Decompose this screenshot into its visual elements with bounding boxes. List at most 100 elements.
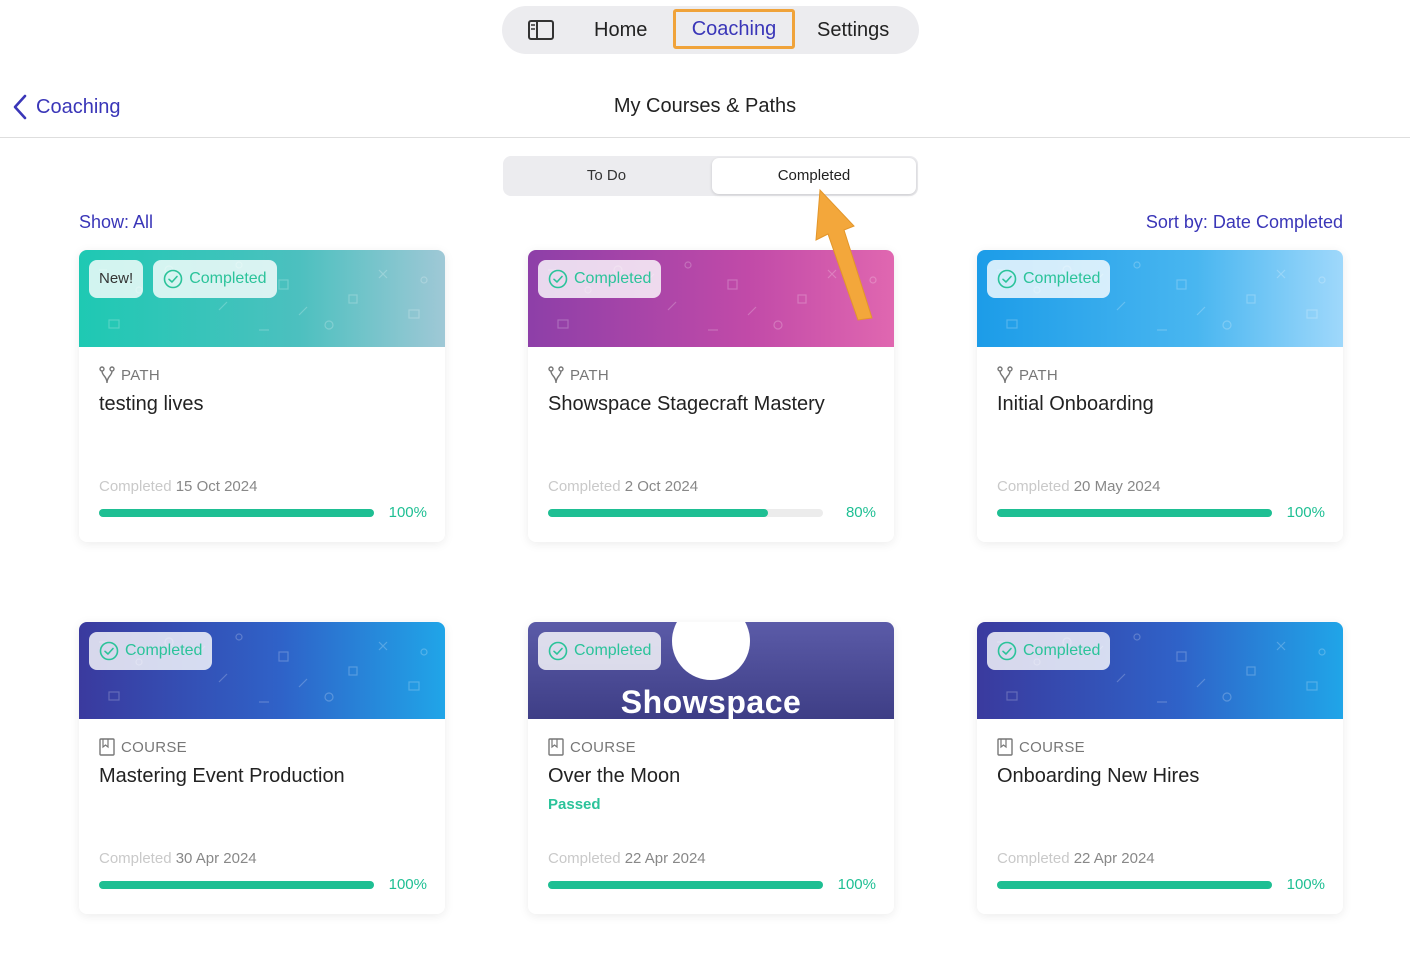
progress-percent: 100% [837,876,876,893]
card-type: PATH [997,366,1323,384]
path-icon [548,366,564,384]
course-book-icon [997,738,1013,756]
progress-track [99,509,374,517]
progress-fill [548,881,823,889]
card-type: PATH [548,366,874,384]
progress-track [997,509,1272,517]
check-circle-icon [997,269,1017,289]
completed-badge: Completed [987,632,1111,670]
course-book-icon [99,738,115,756]
card-type: COURSE [997,738,1323,756]
card-banner: New! Completed [79,250,445,347]
page-title: My Courses & Paths [613,95,797,117]
completed-badge-label: Completed [1023,270,1101,287]
course-card[interactable]: Showspace Completed COURSE Over the Moon Pas… [528,622,894,914]
progress-percent: 100% [388,504,427,521]
completed-badge-label: Completed [574,270,652,287]
card-banner: Completed [977,622,1343,719]
status-segmented-control: To Do Completed [503,156,918,196]
course-card[interactable]: Completed COURSE Onboarding New Hires Compl… [977,622,1343,914]
top-navigation: Home Coaching Settings [502,6,919,54]
card-title: Showspace Stagecraft Mastery [548,393,825,415]
completed-badge-label: Completed [125,642,203,659]
course-card[interactable]: New! Completed PATH testing lives Completed … [79,250,445,542]
progress-bar: 80% [548,504,876,521]
completed-badge: Completed [89,632,213,670]
completed-badge-label: Completed [1023,642,1101,659]
completed-badge: Completed [538,260,662,298]
completed-date-value: 30 Apr 2024 [175,850,257,867]
completed-date: Completed 30 Apr 2024 [99,850,257,867]
card-type: COURSE [548,738,874,756]
card-banner: Completed [79,622,445,719]
card-type-label: PATH [121,366,160,384]
new-badge: New! [89,260,144,298]
card-type: COURSE [99,738,425,756]
card-type-label: COURSE [570,738,636,756]
completed-badge-label: Completed [189,270,267,287]
course-book-icon [548,738,564,756]
path-icon [99,366,115,384]
show-filter[interactable]: Show: All [79,212,153,233]
course-card[interactable]: Completed PATH Showspace Stagecraft Master… [528,250,894,542]
check-circle-icon [99,641,119,661]
check-circle-icon [548,269,568,289]
progress-percent: 100% [388,876,427,893]
nav-coaching[interactable]: Coaching [673,9,795,49]
completed-date: Completed 15 Oct 2024 [99,478,257,495]
card-banner: Showspace Completed [528,622,894,719]
completed-date: Completed 2 Oct 2024 [548,478,698,495]
check-circle-icon [997,641,1017,661]
progress-bar: 100% [99,876,427,893]
course-card[interactable]: Completed COURSE Mastering Event Productio… [79,622,445,914]
completed-date-value: 22 Apr 2024 [1073,850,1155,867]
moon-graphic [672,622,750,680]
progress-track [548,881,823,889]
completed-date-value: 20 May 2024 [1073,478,1161,495]
completed-date-value: 22 Apr 2024 [624,850,706,867]
completed-date: Completed 20 May 2024 [997,478,1160,495]
completed-date-label: Completed [997,850,1070,867]
progress-track [997,881,1272,889]
tab-completed[interactable]: Completed [712,158,916,194]
progress-track [548,509,823,517]
path-icon [997,366,1013,384]
completed-badge: Completed [987,260,1111,298]
nav-settings[interactable]: Settings [817,10,889,50]
card-title: Over the Moon [548,765,681,787]
progress-bar: 100% [99,504,427,521]
completed-date-label: Completed [997,478,1070,495]
card-title: Mastering Event Production [99,765,345,787]
completed-date: Completed 22 Apr 2024 [997,850,1155,867]
card-title: testing lives [99,393,204,415]
nav-home[interactable]: Home [594,10,647,50]
progress-bar: 100% [997,504,1325,521]
completed-date-label: Completed [99,478,172,495]
progress-fill [997,509,1272,517]
completed-date-value: 2 Oct 2024 [624,478,699,495]
result-label: Passed [548,796,601,813]
check-circle-icon [163,269,183,289]
progress-fill [548,509,768,517]
completed-badge-label: Completed [574,642,652,659]
progress-percent: 100% [1286,876,1325,893]
progress-fill [99,881,374,889]
completed-date-label: Completed [99,850,172,867]
course-card[interactable]: Completed PATH Initial Onboarding Completed… [977,250,1343,542]
card-type-label: COURSE [1019,738,1085,756]
completed-date-value: 15 Oct 2024 [175,478,258,495]
completed-date-label: Completed [548,850,621,867]
card-type-label: COURSE [121,738,187,756]
card-type-label: PATH [1019,366,1058,384]
sort-selector[interactable]: Sort by: Date Completed [1146,212,1343,233]
card-type: PATH [99,366,425,384]
sidebar-toggle-icon[interactable] [528,20,554,40]
completed-date-label: Completed [548,478,621,495]
progress-bar: 100% [997,876,1325,893]
page-header: Coaching My Courses & Paths [0,78,1410,138]
progress-percent: 80% [845,504,876,521]
card-banner: Completed [977,250,1343,347]
progress-fill [997,881,1272,889]
progress-percent: 100% [1286,504,1325,521]
tab-to-do[interactable]: To Do [503,156,710,196]
